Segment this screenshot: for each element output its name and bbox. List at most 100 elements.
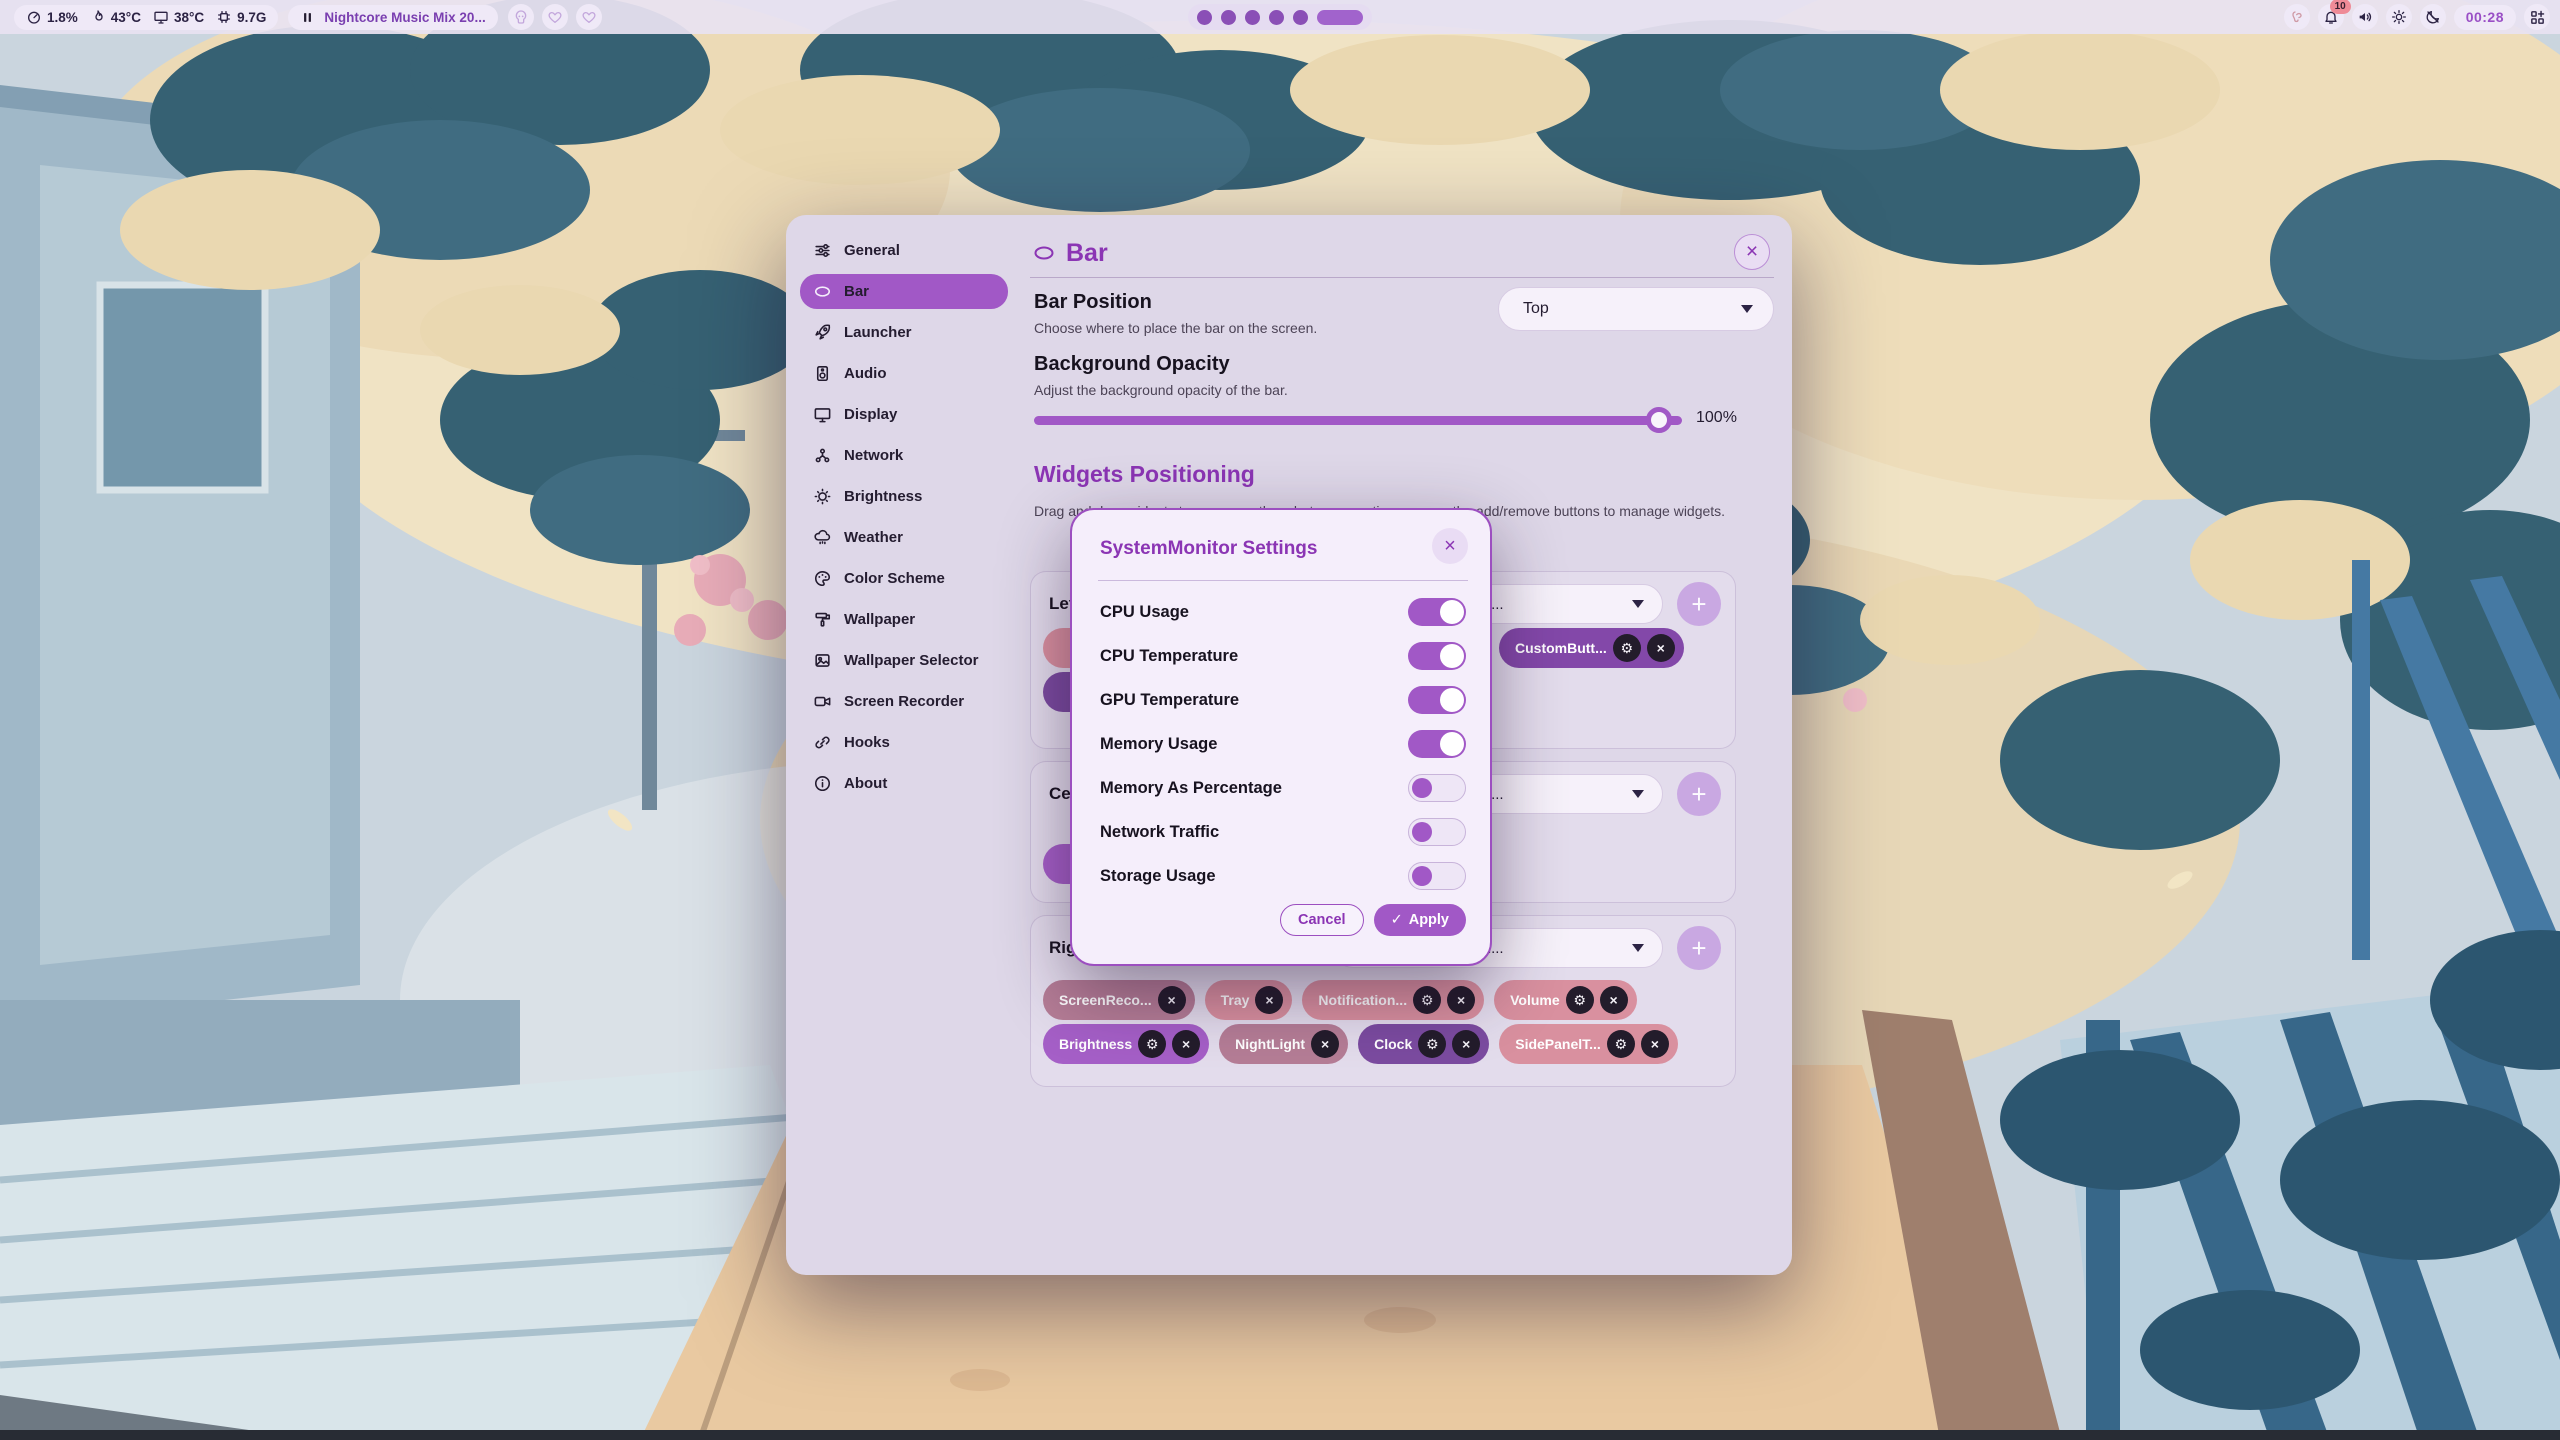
widget-chip[interactable]: Clock⚙× — [1358, 1024, 1489, 1064]
sidebar-item-hooks[interactable]: Hooks — [800, 725, 1008, 760]
sidebar-item-label: Display — [844, 406, 897, 423]
bar-position-dropdown[interactable]: Top — [1498, 287, 1774, 331]
workspace-indicator[interactable] — [1188, 4, 1372, 30]
sidebar-item-color-scheme[interactable]: Color Scheme — [800, 561, 1008, 596]
moon-off-button[interactable] — [2420, 4, 2446, 30]
workspace-active[interactable] — [1317, 10, 1363, 25]
pill-icon — [813, 282, 832, 301]
tray-app-icon — [2289, 9, 2305, 25]
remove-icon[interactable]: × — [1447, 986, 1475, 1014]
chevron-down-icon — [1741, 305, 1753, 313]
toggle-switch[interactable] — [1408, 730, 1466, 758]
slider-knob[interactable] — [1646, 407, 1672, 433]
widget-chip[interactable]: CustomButt...⚙× — [1499, 628, 1684, 668]
workspace-dot[interactable] — [1245, 10, 1260, 25]
toggle-switch[interactable] — [1408, 598, 1466, 626]
widget-chip[interactable]: NightLight × — [1219, 1024, 1348, 1064]
apply-button[interactable]: ✓ Apply — [1374, 904, 1466, 936]
toggle-knob — [1412, 778, 1432, 798]
remove-icon[interactable]: × — [1452, 1030, 1480, 1058]
sidebar-item-weather[interactable]: Weather — [800, 520, 1008, 555]
quick-buttons — [508, 4, 602, 30]
add-widget-button[interactable]: + — [1677, 926, 1721, 970]
dialog-close-button[interactable]: × — [1432, 528, 1468, 564]
widget-chip-label: Brightness — [1059, 1036, 1132, 1052]
sidebar-item-about[interactable]: About — [800, 766, 1008, 801]
quick-button[interactable] — [508, 4, 534, 30]
gear-icon[interactable]: ⚙ — [1613, 634, 1641, 662]
system-stats-widget[interactable]: 1.8%43°C38°C9.7G — [14, 5, 278, 30]
window-close-button[interactable]: × — [1734, 234, 1770, 270]
widget-chip[interactable]: Brightness ⚙× — [1043, 1024, 1209, 1064]
stat-item: 1.8% — [26, 9, 78, 25]
toggle-switch[interactable] — [1408, 774, 1466, 802]
sidebar-item-label: General — [844, 242, 900, 259]
remove-icon[interactable]: × — [1647, 634, 1675, 662]
workspace-dot[interactable] — [1197, 10, 1212, 25]
media-widget[interactable]: Nightcore Music Mix 20... — [288, 5, 497, 30]
sun-button[interactable] — [2386, 4, 2412, 30]
gear-icon[interactable]: ⚙ — [1413, 986, 1441, 1014]
widget-chip-label: ScreenReco... — [1059, 992, 1152, 1008]
gear-icon[interactable]: ⚙ — [1566, 986, 1594, 1014]
widget-chip[interactable]: ScreenReco... × — [1043, 980, 1195, 1020]
remove-icon[interactable]: × — [1172, 1030, 1200, 1058]
remove-icon[interactable]: × — [1641, 1030, 1669, 1058]
sidebar-item-screen-recorder[interactable]: Screen Recorder — [800, 684, 1008, 719]
sidebar-item-general[interactable]: General — [800, 233, 1008, 268]
gear-icon[interactable]: ⚙ — [1138, 1030, 1166, 1058]
gear-icon[interactable]: ⚙ — [1418, 1030, 1446, 1058]
remove-icon[interactable]: × — [1311, 1030, 1339, 1058]
chevron-down-icon — [1632, 600, 1644, 608]
notification-badge: 10 — [2330, 0, 2351, 14]
sidebar-item-label: Weather — [844, 529, 903, 546]
workspace-dot[interactable] — [1293, 10, 1308, 25]
clock-widget[interactable]: 00:28 — [2454, 5, 2516, 30]
toggle-label: CPU Temperature — [1100, 647, 1238, 666]
sidebar-item-wallpaper-selector[interactable]: Wallpaper Selector — [800, 643, 1008, 678]
remove-icon[interactable]: × — [1255, 986, 1283, 1014]
sidebar-item-network[interactable]: Network — [800, 438, 1008, 473]
background-opacity-setting: Background Opacity Adjust the background… — [1034, 353, 1534, 398]
apps-button[interactable] — [2524, 4, 2550, 30]
workspace-dot[interactable] — [1269, 10, 1284, 25]
widget-chip[interactable]: Volume ⚙× — [1494, 980, 1637, 1020]
remove-icon[interactable]: × — [1158, 986, 1186, 1014]
speaker-button[interactable] — [2352, 4, 2378, 30]
cancel-button[interactable]: Cancel — [1280, 904, 1364, 936]
add-widget-button[interactable]: + — [1677, 772, 1721, 816]
workspace-dot[interactable] — [1221, 10, 1236, 25]
widget-chip[interactable]: Tray× — [1205, 980, 1293, 1020]
bar-position-setting: Bar Position Choose where to place the b… — [1034, 291, 1454, 336]
quick-button[interactable] — [542, 4, 568, 30]
sidebar-item-launcher[interactable]: Launcher — [800, 315, 1008, 350]
quick-button[interactable] — [576, 4, 602, 30]
sidebar-item-brightness[interactable]: Brightness — [800, 479, 1008, 514]
widget-chip[interactable]: Notification...⚙× — [1302, 980, 1484, 1020]
top-bar-right: 10 00:28 — [2284, 0, 2550, 34]
widget-chip[interactable]: SidePanelT...⚙× — [1499, 1024, 1678, 1064]
toggle-switch[interactable] — [1408, 642, 1466, 670]
tray-app-button[interactable] — [2284, 4, 2310, 30]
toggle-switch[interactable] — [1408, 686, 1466, 714]
widget-chip-label: NightLight — [1235, 1036, 1305, 1052]
widget-chip-label: Volume — [1510, 992, 1560, 1008]
sidebar-item-audio[interactable]: Audio — [800, 356, 1008, 391]
pause-icon — [300, 10, 315, 25]
remove-icon[interactable]: × — [1600, 986, 1628, 1014]
add-widget-button[interactable]: + — [1677, 582, 1721, 626]
sun-icon — [2391, 9, 2407, 25]
toggle-switch[interactable] — [1408, 862, 1466, 890]
heart-icon — [547, 9, 563, 25]
toggle-switch[interactable] — [1408, 818, 1466, 846]
stat-value: 38°C — [174, 10, 204, 25]
slider-track[interactable] — [1034, 416, 1682, 425]
gear-icon[interactable]: ⚙ — [1607, 1030, 1635, 1058]
sidebar-item-display[interactable]: Display — [800, 397, 1008, 432]
bell-button[interactable]: 10 — [2318, 4, 2344, 30]
widget-chip-row: ScreenReco...×Tray×Notification...⚙×Volu… — [1043, 980, 1637, 1020]
sidebar-item-wallpaper[interactable]: Wallpaper — [800, 602, 1008, 637]
sidebar-item-bar[interactable]: Bar — [800, 274, 1008, 309]
bar-position-value: Top — [1523, 300, 1741, 318]
widgets-positioning-title: Widgets Positioning — [1034, 461, 1255, 488]
